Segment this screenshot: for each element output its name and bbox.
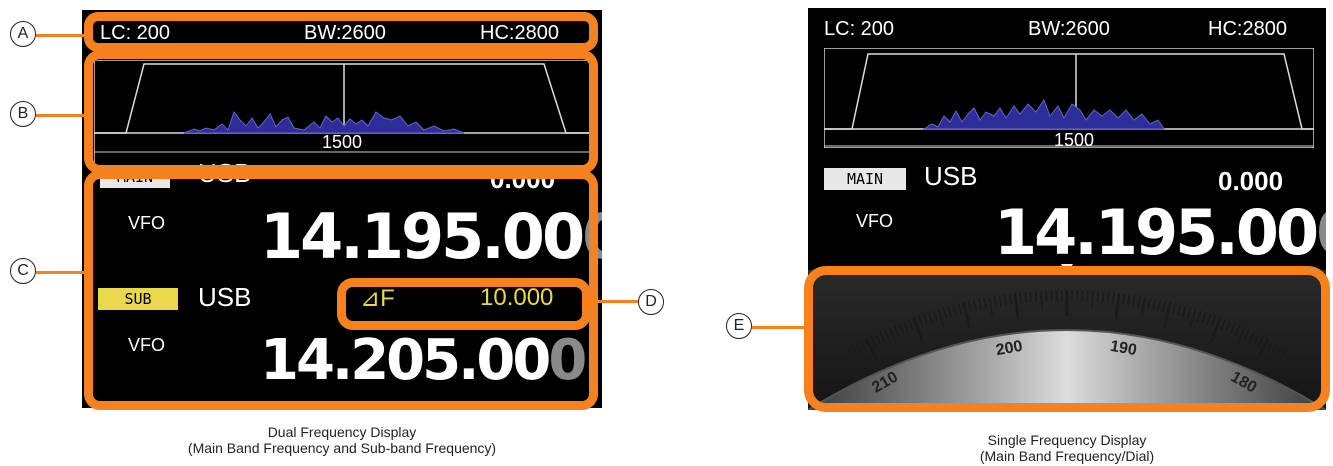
callout-b: B	[10, 101, 36, 127]
leader-c	[36, 271, 90, 274]
leader-a	[36, 34, 90, 37]
single-main-badge: MAIN	[824, 168, 906, 190]
single-caption-subtitle: (Main Band Frequency/Dial)	[979, 448, 1155, 464]
highlight-b-spectrum	[84, 50, 598, 174]
single-main-mode: USB	[924, 161, 978, 191]
highlight-e-dial	[804, 266, 1330, 412]
single-main-rit-offset: 0.000	[1218, 166, 1284, 196]
callout-d: D	[638, 289, 664, 315]
single-main-vfo-label: VFO	[856, 211, 894, 231]
dual-caption-title: Dual Frequency Display	[267, 424, 417, 440]
single-hc-value: HC:2800	[1208, 18, 1287, 40]
single-lc-value: LC: 200	[824, 18, 895, 40]
dual-display-caption: Dual Frequency Display (Main Band Freque…	[82, 424, 602, 456]
highlight-a-filter-values	[84, 12, 598, 52]
leader-b	[36, 114, 90, 117]
single-bw-value: BW:2600	[1028, 18, 1110, 40]
dual-caption-subtitle: (Main Band Frequency and Sub-band Freque…	[187, 440, 497, 456]
callout-a: A	[10, 21, 36, 47]
single-display-caption: Single Frequency Display (Main Band Freq…	[808, 432, 1326, 464]
single-main-frequency-digits: 14.195.00	[994, 196, 1319, 269]
leader-e	[752, 326, 810, 329]
single-caption-title: Single Frequency Display	[987, 432, 1147, 448]
single-main-frequency: 14.195.000	[994, 196, 1326, 269]
callout-c: C	[10, 258, 36, 284]
leader-d	[586, 300, 640, 303]
highlight-d-delta-f	[337, 278, 591, 330]
single-main-frequency-last-digit: 0	[1316, 196, 1326, 269]
callout-e: E	[726, 313, 752, 339]
single-spectrum-center-label: 1500	[1054, 130, 1095, 150]
